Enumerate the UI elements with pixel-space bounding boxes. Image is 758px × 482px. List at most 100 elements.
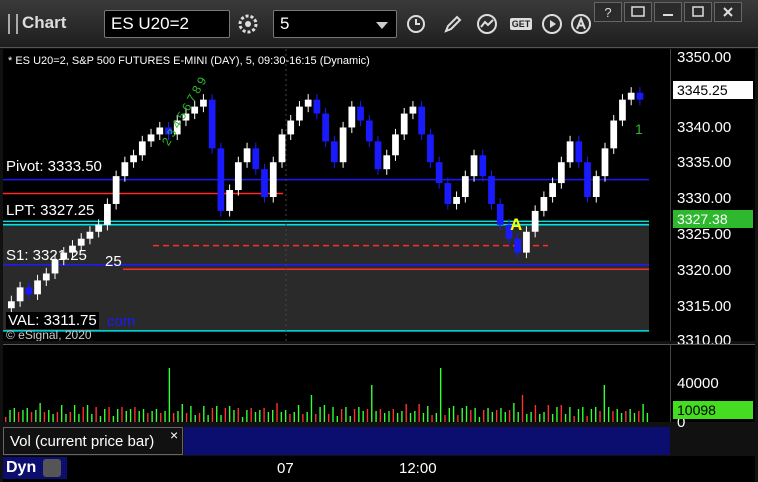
candle-body — [104, 203, 111, 225]
candle-body — [453, 197, 460, 204]
volume-close-icon[interactable]: × — [170, 427, 178, 443]
volume-bar — [582, 407, 584, 422]
help-icon[interactable]: ? — [594, 2, 622, 22]
candle-body — [479, 155, 487, 177]
volume-bar — [52, 414, 54, 422]
candle-body — [619, 99, 626, 121]
volume-bar — [431, 415, 433, 422]
volume-bar — [138, 411, 140, 422]
volume-bar — [211, 408, 214, 422]
volume-bar — [539, 414, 541, 422]
volume-bar — [504, 412, 506, 422]
volume-bar — [207, 415, 209, 422]
dynamic-mode-button[interactable]: Dyn — [3, 457, 67, 479]
candle-body — [147, 134, 155, 142]
volume-bar — [155, 409, 158, 422]
candle-body — [208, 99, 216, 149]
volume-bar — [336, 416, 339, 422]
candle-body — [269, 162, 277, 197]
volume-bar — [362, 411, 364, 422]
candle-body — [540, 197, 548, 211]
candle-body — [112, 176, 120, 204]
lpt-price-badge: 3327.38 — [673, 210, 753, 228]
volume-bar — [603, 385, 606, 422]
volume-bar — [534, 405, 537, 422]
volume-bar — [297, 405, 300, 422]
volume-bar — [564, 414, 567, 422]
get-data-icon[interactable]: GET — [505, 10, 537, 38]
candle-body — [42, 273, 50, 281]
volume-bar — [573, 416, 575, 422]
volume-bar — [495, 410, 498, 422]
price-tick: 3330.00 — [677, 190, 732, 207]
candle-body — [409, 106, 417, 114]
volume-axis: 40000 0 10098 — [670, 344, 755, 431]
link-window-icon[interactable] — [624, 2, 652, 22]
time-tick: 12:00 — [399, 460, 437, 477]
volume-bar — [43, 412, 46, 422]
volume-bar — [254, 412, 257, 422]
volume-bar — [517, 412, 519, 422]
volume-bar — [396, 413, 399, 422]
volume-bar — [521, 395, 524, 422]
volume-bar — [323, 405, 326, 422]
volume-bar — [474, 408, 476, 422]
alert-icon[interactable] — [566, 10, 596, 38]
candle-body — [278, 134, 286, 163]
clock-icon[interactable] — [401, 10, 431, 38]
interval-selector[interactable]: 5 — [273, 10, 397, 38]
candle-body — [217, 148, 225, 211]
price-tick: 3325.00 — [677, 226, 732, 243]
volume-bar — [577, 409, 580, 422]
candle-body — [601, 148, 609, 177]
volume-bar — [405, 404, 407, 422]
candle-body — [8, 301, 15, 309]
volume-bar — [607, 407, 610, 422]
maximize-icon[interactable] — [684, 2, 712, 22]
pencil-icon[interactable] — [438, 10, 468, 38]
chart-window: Chart ES U20=2 5 GET ? * ES U20=2, S&P 5… — [0, 0, 758, 482]
volume-bar — [104, 409, 106, 422]
symbol-selector[interactable]: ES U20=2 — [104, 10, 230, 38]
volume-bar — [383, 413, 386, 422]
volume-pane[interactable] — [3, 344, 670, 422]
volume-bar — [595, 407, 597, 422]
volume-bar — [500, 408, 502, 422]
volume-bar — [414, 411, 416, 422]
volume-bar — [60, 405, 63, 422]
minimize-icon[interactable] — [654, 2, 682, 22]
candle-body — [331, 141, 338, 163]
candle-body — [226, 190, 233, 211]
candle-body — [383, 155, 391, 170]
s1-overlap-label: 25 — [105, 253, 122, 270]
drag-grip-icon[interactable] — [8, 14, 18, 34]
study-icon[interactable] — [472, 10, 502, 38]
candle-body — [636, 92, 644, 100]
value-area-shade — [3, 223, 649, 331]
volume-bar — [147, 413, 149, 422]
volume-bar — [69, 412, 71, 422]
volume-bar — [112, 416, 115, 422]
candle-body — [16, 287, 24, 302]
volume-bar — [129, 409, 132, 422]
volume-bar — [371, 385, 373, 422]
volume-bar — [340, 409, 343, 422]
volume-bar — [181, 404, 183, 422]
volume-bar — [13, 408, 16, 422]
volume-bar — [168, 368, 171, 422]
s1-label: S1: 3321.25 — [6, 247, 87, 264]
toolbar: Chart ES U20=2 5 GET ? — [0, 0, 758, 48]
volume-bar — [302, 414, 304, 422]
lock-icon[interactable] — [42, 459, 61, 477]
volume-bar — [194, 415, 196, 422]
volume-chart — [5, 368, 649, 422]
volume-bar — [401, 411, 403, 422]
volume-bar — [470, 410, 472, 422]
close-icon[interactable] — [714, 2, 742, 22]
play-icon[interactable] — [537, 10, 567, 38]
candle-body — [400, 113, 408, 135]
symbol-settings-gear-icon[interactable] — [233, 10, 263, 38]
price-chart-pane[interactable]: * ES U20=2, S&P 500 FUTURES E-MINI (DAY)… — [3, 49, 670, 341]
volume-bar — [328, 414, 330, 422]
candle-body — [523, 231, 530, 253]
